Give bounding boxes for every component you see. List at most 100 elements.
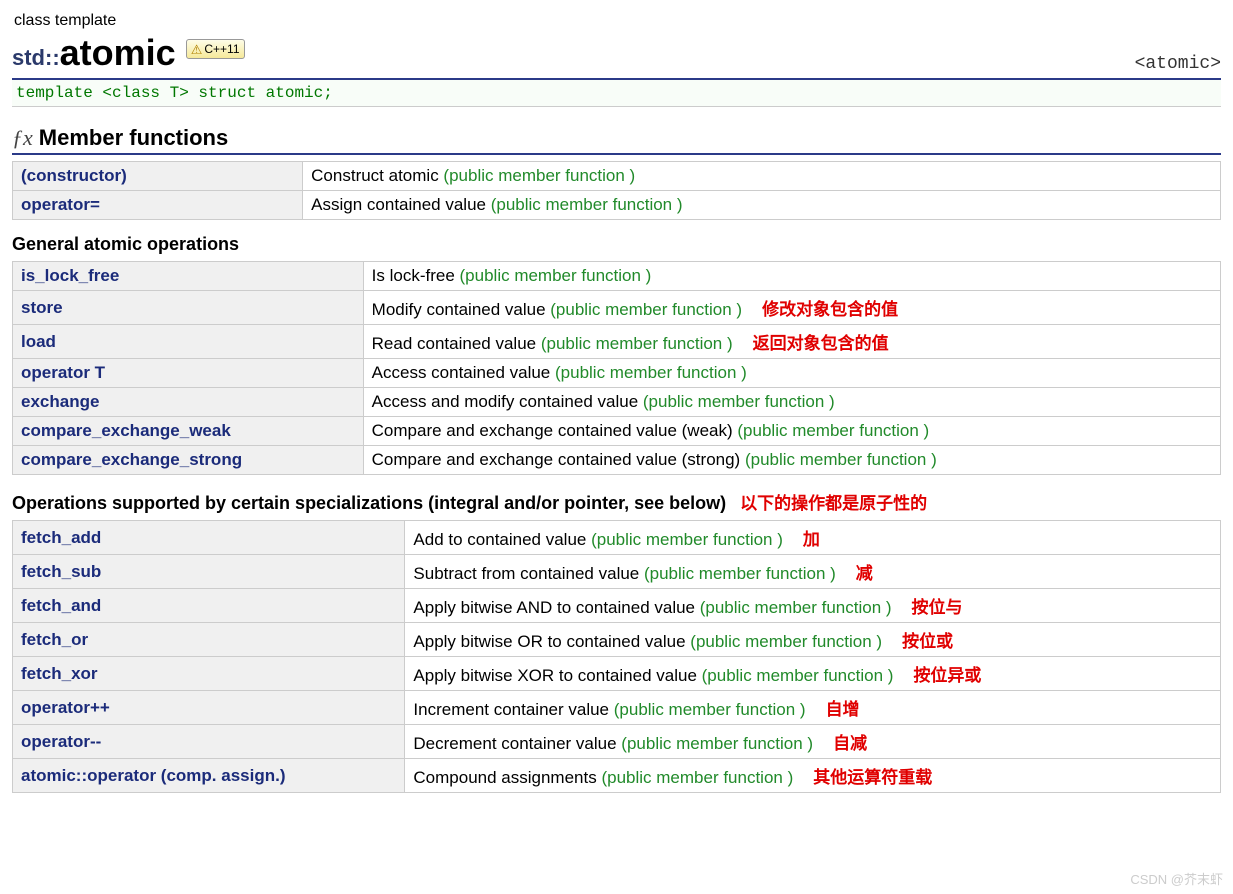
member-tag: (public member function ) [550,300,742,319]
table-row: operator T Access contained value (public… [13,359,1221,388]
function-note-red: 按位异或 [913,666,981,685]
member-tag: (public member function ) [621,734,813,753]
function-desc-cell: Read contained value (public member func… [363,325,1220,359]
function-desc-cell: Apply bitwise AND to contained value (pu… [405,589,1221,623]
function-desc: Access and modify contained value [372,392,643,411]
template-declaration: template <class T> struct atomic; [12,78,1221,107]
function-desc-cell: Compound assignments (public member func… [405,759,1221,793]
function-note-red: 按位与 [912,598,963,617]
function-desc-cell: Is lock-free (public member function ) [363,262,1220,291]
member-tag: (public member function ) [555,363,747,382]
table-row: compare_exchange_weak Compare and exchang… [13,417,1221,446]
function-note-red: 返回对象包含的值 [753,334,889,353]
member-tag: (public member function ) [443,166,635,185]
function-link[interactable]: exchange [21,392,99,411]
function-desc: Read contained value [372,334,541,353]
table-row: fetch_sub Subtract from contained value (… [13,555,1221,589]
member-tag: (public member function ) [541,334,733,353]
function-link[interactable]: atomic::operator (comp. assign.) [21,766,285,785]
table-row: is_lock_free Is lock-free (public member … [13,262,1221,291]
member-tag: (public member function ) [601,768,793,787]
table-row: fetch_add Add to contained value (public … [13,521,1221,555]
table-row: fetch_and Apply bitwise AND to contained … [13,589,1221,623]
ops-note-red: 以下的操作都是原子性的 [740,489,927,514]
function-desc: Decrement container value [413,734,621,753]
table-row: load Read contained value (public member … [13,325,1221,359]
function-link[interactable]: load [21,332,56,351]
member-tag: (public member function ) [700,598,892,617]
namespace-text: std::atomic [12,32,176,74]
function-link[interactable]: operator++ [21,698,110,717]
function-link[interactable]: fetch_or [21,630,88,649]
function-desc: Apply bitwise AND to contained value [413,598,699,617]
member-tag: (public member function ) [737,421,929,440]
function-desc: Apply bitwise OR to contained value [413,632,690,651]
member-tag: (public member function ) [460,266,652,285]
function-note-red: 自减 [833,734,867,753]
function-link[interactable]: (constructor) [21,166,127,185]
function-desc-cell: Construct atomic (public member function… [303,162,1221,191]
function-desc-cell: Decrement container value (public member… [405,725,1221,759]
function-link[interactable]: fetch_add [21,528,101,547]
function-note-red: 其他运算符重载 [813,768,932,787]
function-desc-cell: Compare and exchange contained value (we… [363,417,1220,446]
classname-text: atomic [60,32,176,73]
ops-table: fetch_add Add to contained value (public … [12,520,1221,793]
function-link[interactable]: operator T [21,363,105,382]
table-row: compare_exchange_strong Compare and excha… [13,446,1221,475]
function-desc: Is lock-free [372,266,460,285]
function-desc: Compare and exchange contained value (we… [372,421,738,440]
fx-icon: ƒx [12,125,33,151]
badge-label: C++11 [204,42,239,56]
function-link[interactable]: fetch_sub [21,562,101,581]
class-template-label: class template [14,12,1221,30]
function-desc: Compound assignments [413,768,601,787]
function-link[interactable]: operator= [21,195,100,214]
function-desc-cell: Access contained value (public member fu… [363,359,1220,388]
table-row: operator-- Decrement container value (pub… [13,725,1221,759]
general-table: is_lock_free Is lock-free (public member … [12,261,1221,475]
function-desc-cell: Assign contained value (public member fu… [303,191,1221,220]
cpp11-badge: ⚠ C++11 [186,39,245,59]
function-note-red: 加 [803,530,820,549]
function-desc: Subtract from contained value [413,564,644,583]
function-link[interactable]: compare_exchange_strong [21,450,242,469]
title-line: std::atomic ⚠ C++11 [12,32,245,74]
function-desc: Access contained value [372,363,555,382]
function-link[interactable]: compare_exchange_weak [21,421,231,440]
function-desc: Compare and exchange contained value (st… [372,450,745,469]
table-row: exchange Access and modify contained valu… [13,388,1221,417]
table-row: operator= Assign contained value (public … [13,191,1221,220]
function-desc-cell: Compare and exchange contained value (st… [363,446,1220,475]
function-link[interactable]: store [21,298,63,317]
member-tag: (public member function ) [745,450,937,469]
table-row: atomic::operator (comp. assign.) Compound… [13,759,1221,793]
function-desc-cell: Apply bitwise OR to contained value (pub… [405,623,1221,657]
function-note-red: 减 [856,564,873,583]
general-subheader: General atomic operations [12,234,1221,255]
table-row: fetch_or Apply bitwise OR to contained va… [13,623,1221,657]
function-desc-cell: Subtract from contained value (public me… [405,555,1221,589]
function-desc-cell: Apply bitwise XOR to contained value (pu… [405,657,1221,691]
function-note-red: 按位或 [902,632,953,651]
table-row: operator++Increment container value (pub… [13,691,1221,725]
function-link[interactable]: operator-- [21,732,101,751]
function-desc-cell: Add to contained value (public member fu… [405,521,1221,555]
function-link[interactable]: fetch_xor [21,664,98,683]
page-title-row: std::atomic ⚠ C++11 <atomic> [12,32,1221,74]
function-desc-cell: Access and modify contained value (publi… [363,388,1220,417]
table-row: store Modify contained value (public memb… [13,291,1221,325]
function-desc-cell: Modify contained value (public member fu… [363,291,1220,325]
member-tag: (public member function ) [591,530,783,549]
member-tag: (public member function ) [690,632,882,651]
function-desc: Increment container value [413,700,613,719]
table-row: fetch_xor Apply bitwise XOR to contained … [13,657,1221,691]
table-row: (constructor) Construct atomic (public me… [13,162,1221,191]
ops-subheader: Operations supported by certain speciali… [12,489,1221,514]
function-desc: Add to contained value [413,530,591,549]
function-link[interactable]: fetch_and [21,596,101,615]
basic-table: (constructor) Construct atomic (public me… [12,161,1221,220]
function-link[interactable]: is_lock_free [21,266,119,285]
warning-icon: ⚠ [191,43,203,56]
header-include: <atomic> [1135,54,1221,74]
